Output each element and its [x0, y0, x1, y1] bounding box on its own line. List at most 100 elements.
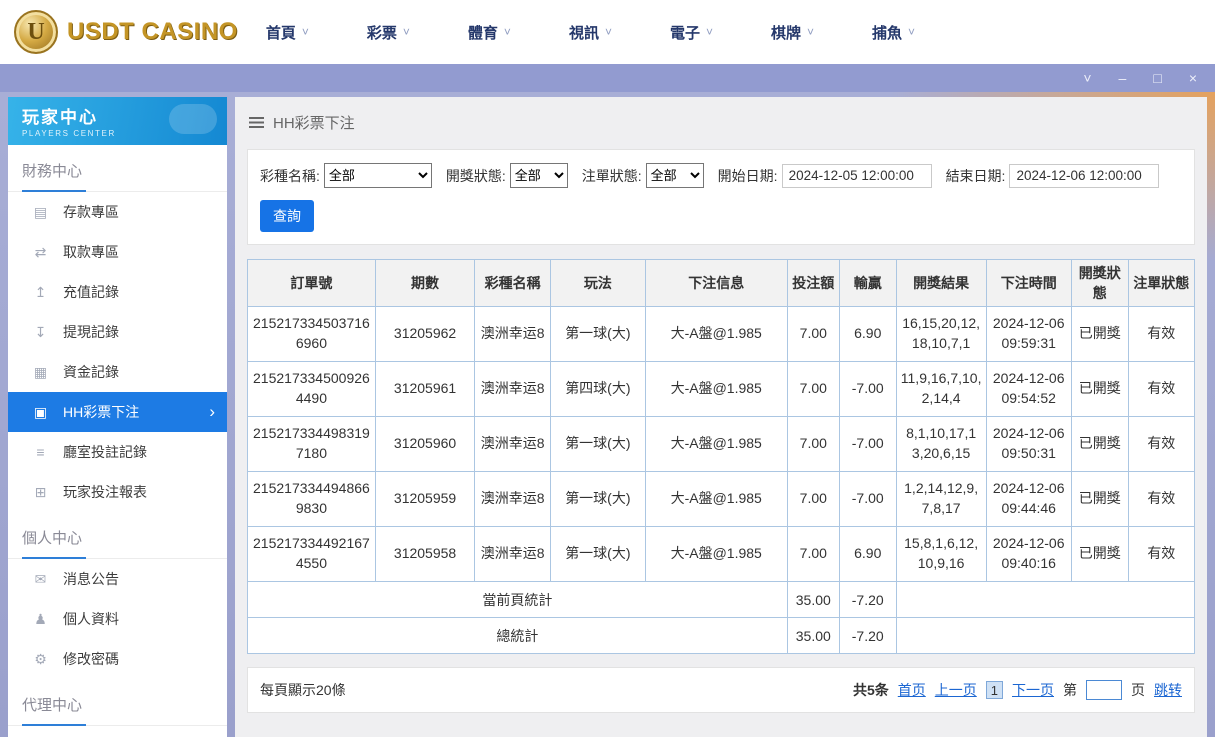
table-cell: 2152173344948669830 [247, 471, 376, 527]
table-cell: 已開獎 [1070, 471, 1129, 527]
first-page-link[interactable]: 首页 [898, 680, 926, 700]
table-cell: 澳洲幸运8 [474, 471, 552, 527]
table-cell: 大-A盤@1.985 [644, 526, 788, 582]
sidebar-item[interactable]: ↥ 充值記錄 [8, 272, 227, 312]
sidebar-item[interactable]: ≡ 廳室投註記錄 [8, 432, 227, 472]
draw-status-select[interactable]: 全部 [509, 163, 568, 188]
table-cell: 有效 [1127, 306, 1196, 362]
table-cell: 7.00 [786, 306, 840, 362]
sidebar-item[interactable]: ↧ 提現記錄 [8, 312, 227, 352]
sidebar-item-label: 消息公告 [63, 571, 119, 587]
main-content: HH彩票下注 彩種名稱: 全部 開獎狀態: 全部 注單狀態: 全部 開始日期: … [235, 97, 1207, 737]
lottery-select[interactable]: 全部 [323, 163, 432, 188]
page-jump-input[interactable] [1086, 680, 1122, 700]
table-cell: 有效 [1127, 471, 1196, 527]
sidebar-item[interactable]: ⚙ 修改密碼 [8, 639, 227, 679]
prev-page-link[interactable]: 上一页 [935, 680, 977, 700]
chevron-down-icon[interactable]: ˅ [1083, 71, 1091, 85]
maximize-button[interactable]: □ [1153, 71, 1161, 85]
current-page[interactable]: 1 [985, 681, 1003, 699]
jump-button[interactable]: 跳转 [1154, 680, 1182, 700]
table-cell: 大-A盤@1.985 [644, 416, 788, 472]
lottery-filter-label: 彩種名稱: [260, 167, 320, 184]
table-row: 2152173344921674550 31205958 澳洲幸运8 第一球(大) 大-… [247, 526, 1196, 582]
chevron-down-icon: ˅ [908, 25, 916, 39]
sidebar-item-label: 廳室投註記錄 [63, 444, 147, 460]
close-button[interactable]: × [1189, 71, 1197, 85]
total-count: 共5条 [852, 682, 889, 698]
jump-prefix-label: 第 [1063, 682, 1077, 698]
table-cell: 有效 [1127, 416, 1196, 472]
sidebar-item-label: 修改密碼 [63, 651, 119, 667]
chevron-right-icon: › [209, 402, 215, 421]
order-status-label: 注單狀態: [581, 167, 642, 184]
section-title-text: 個人中心 [22, 527, 87, 559]
sidebar-item[interactable]: ✉ 消息公告 [8, 559, 227, 599]
total-summary-empty [895, 617, 1196, 654]
sidebar-item-label: 取款專區 [63, 244, 119, 260]
table-cell: 第四球(大) [550, 361, 646, 417]
chevron-down-icon: ˅ [503, 25, 511, 39]
table-cell: 31205962 [374, 306, 476, 362]
sidebar-item[interactable]: ▣ HH彩票下注 › [8, 392, 227, 432]
order-status-select[interactable]: 全部 [645, 163, 704, 188]
nav-item-label: 棋牌 [771, 24, 802, 42]
nav-item-label: 電子 [669, 24, 700, 42]
table-cell: 6.90 [838, 306, 897, 362]
profile-icon: ♟ [34, 610, 47, 627]
sidebar-item[interactable]: ⊞ 玩家投注報表 [8, 472, 227, 512]
table-cell: 11,9,16,7,10,2,14,4 [895, 361, 987, 417]
table-cell: 已開獎 [1070, 361, 1129, 417]
sidebar-item-label: HH彩票下注 [63, 404, 140, 420]
table-cell: 第一球(大) [550, 416, 646, 472]
table-header-row: 訂單號 期數 彩種名稱 玩法 下注信息 投注額 輸贏 開獎結果 下注時間 開獎狀態 注單狀態 [247, 259, 1196, 307]
nav-item-label: 體育 [467, 24, 498, 42]
sidebar-item[interactable]: ⇄ 取款專區 [8, 232, 227, 272]
password-icon: ⚙ [34, 650, 47, 667]
table-cell: 2024-12-06 09:50:31 [985, 416, 1072, 472]
nav-item-label: 彩票 [366, 24, 397, 42]
table-cell: 大-A盤@1.985 [644, 306, 788, 362]
sidebar-item[interactable]: ♟ 個人資料 [8, 599, 227, 639]
nav-item[interactable]: 捕魚 ˅ [872, 22, 915, 43]
nav-item[interactable]: 彩票 ˅ [367, 22, 410, 43]
search-button[interactable]: 查詢 [260, 200, 314, 232]
sidebar-item[interactable]: ▤ 存款專區 [8, 192, 227, 232]
sidebar-item-label: 充值記錄 [63, 284, 119, 300]
table-cell: 澳洲幸运8 [474, 416, 552, 472]
nav-item[interactable]: 電子 ˅ [670, 22, 713, 43]
sidebar-section-title: 代理中心 [8, 694, 227, 726]
start-date-input[interactable] [781, 163, 932, 188]
column-header: 開獎結果 [895, 259, 987, 307]
column-header: 下注信息 [644, 259, 788, 307]
sidebar: 玩家中心 PLAYERS CENTER 財務中心 ▤ 存款專區 ⇄ 取款專區 ↥ 充值記錄 ↧… [8, 97, 227, 737]
filter-actions: 查詢 [260, 200, 1182, 232]
chevron-down-icon: ˅ [604, 25, 612, 39]
logo[interactable]: U USDT CASINO [14, 10, 238, 54]
withdraw-icon: ⇄ [34, 243, 47, 260]
table-cell: 澳洲幸运8 [474, 361, 552, 417]
hamburger-menu-icon[interactable] [249, 116, 264, 128]
table-cell: 2024-12-06 09:59:31 [985, 306, 1072, 362]
table-cell: 已開獎 [1070, 306, 1129, 362]
table-cell: -7.00 [838, 361, 897, 417]
nav-item[interactable]: 體育 ˅ [468, 22, 511, 43]
sidebar-item-label: 玩家投注報表 [63, 484, 147, 500]
end-date-input[interactable] [1009, 163, 1160, 188]
table-cell: 有效 [1127, 361, 1196, 417]
sidebar-item[interactable]: ▦ 資金記錄 [8, 352, 227, 392]
nav-item[interactable]: 視訊 ˅ [569, 22, 612, 43]
table-row: 2152173344948669830 31205959 澳洲幸运8 第一球(大) 大-… [247, 471, 1196, 527]
start-date-label: 開始日期: [717, 167, 778, 184]
page-summary-empty [895, 581, 1196, 618]
table-cell: 31205960 [374, 416, 476, 472]
page-summary-row: 當前頁統計 35.00 -7.20 [247, 581, 1196, 618]
bet-report-icon: ⊞ [34, 483, 47, 500]
recharge-record-icon: ↥ [34, 283, 47, 300]
minimize-button[interactable]: – [1119, 71, 1127, 85]
next-page-link[interactable]: 下一页 [1012, 680, 1054, 700]
nav-item[interactable]: 首頁 ˅ [266, 22, 309, 43]
column-header: 訂單號 [247, 259, 376, 307]
nav-item[interactable]: 棋牌 ˅ [771, 22, 814, 43]
sidebar-section-title: 財務中心 [8, 160, 227, 192]
